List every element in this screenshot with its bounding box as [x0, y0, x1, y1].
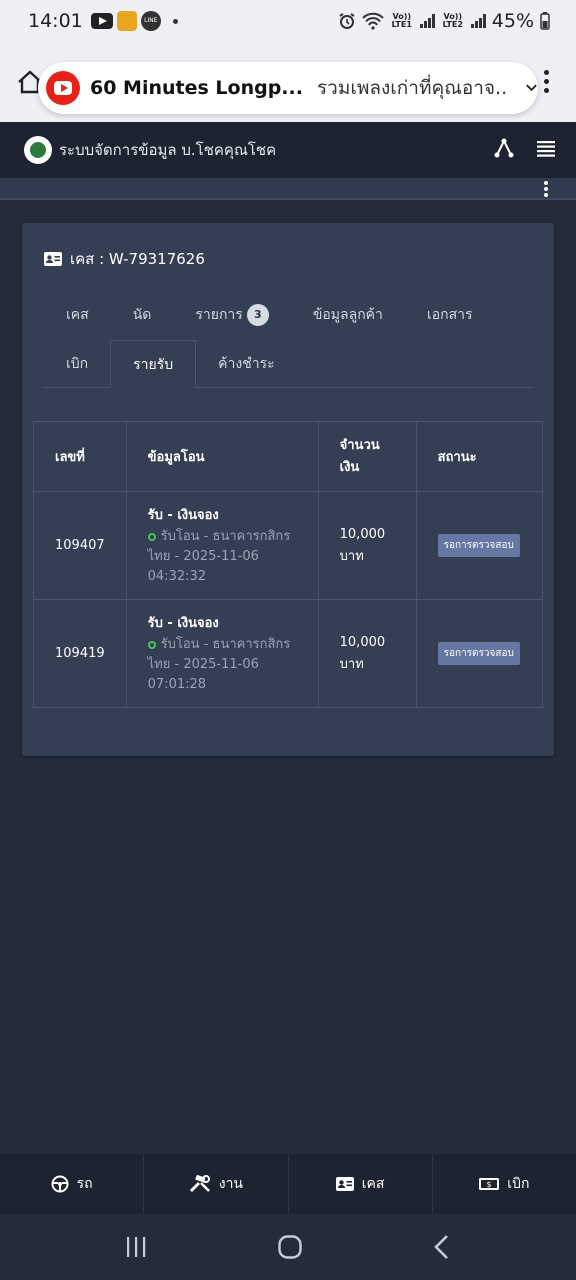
- tabs-row-2: เบิก รายรับ ค้างชำระ: [44, 340, 297, 388]
- browser-toolbar: 60 Minutes Longp... รวมเพลงเก่าที่คุณอาจ…: [0, 42, 576, 122]
- income-table: เลขที่ ข้อมูลโอน จำนวนเงิน สถานะ 109407 …: [33, 421, 544, 708]
- cell-number: 109419: [33, 599, 127, 708]
- tab-label: ข้อมูลลูกค้า: [312, 307, 383, 323]
- status-dot-icon: [147, 640, 156, 649]
- more-notifications-dot: [172, 18, 178, 24]
- transfer-detail-text: รับโอน - ธนาคารกสิกรไทย - 2025-11-06 04:…: [147, 529, 291, 584]
- tab-items[interactable]: รายการ 3: [173, 291, 290, 339]
- tab-customer-info[interactable]: ข้อมูลลูกค้า: [291, 291, 405, 339]
- wifi-icon: [362, 12, 384, 30]
- status-bar: 14:01 LINE Vo)) LTE1 Vo)) LTE2 45%: [0, 0, 576, 42]
- svg-text:$: $: [487, 1180, 492, 1189]
- hamburger-menu-icon[interactable]: [536, 138, 556, 158]
- bottom-navigation: รถ งาน เคส $ เบิก: [0, 1154, 576, 1214]
- tab-label: เคส: [66, 307, 89, 323]
- tab-label: เอกสาร: [426, 307, 473, 323]
- line-notification-icon: LINE: [140, 11, 161, 31]
- transfer-detail: รับโอน - ธนาคารกสิกรไทย - 2025-11-06 04:…: [147, 527, 297, 587]
- alarm-icon: [339, 13, 355, 29]
- case-card: เคส : W-79317626 เคส นัด รายการ 3 ข้อมูลล…: [22, 223, 554, 756]
- nav-item-case[interactable]: เคส: [289, 1154, 433, 1214]
- android-navigation-bar: [0, 1214, 576, 1280]
- clock: 14:01: [28, 10, 83, 32]
- column-header-transfer: ข้อมูลโอน: [125, 421, 319, 492]
- tab-appointment[interactable]: นัด: [111, 291, 174, 339]
- table-row[interactable]: 109407 รับ - เงินจอง รับโอน - ธนาคารกสิก…: [33, 491, 544, 600]
- tab-label: ค้างชำระ: [218, 356, 275, 372]
- battery-level: 45%: [491, 10, 534, 32]
- sub-toolbar: [0, 178, 576, 200]
- network-1-label: Vo)) LTE1: [391, 12, 412, 29]
- youtube-logo-icon: [46, 71, 80, 105]
- nav-item-work[interactable]: งาน: [144, 1154, 289, 1214]
- home-button-icon[interactable]: [277, 1234, 303, 1260]
- money-icon: $: [479, 1178, 500, 1190]
- tab-label: เบิก: [66, 356, 89, 372]
- table-header-row: เลขที่ ข้อมูลโอน จำนวนเงิน สถานะ: [33, 421, 544, 492]
- table-row[interactable]: 109419 รับ - เงินจอง รับโอน - ธนาคารกสิก…: [33, 599, 544, 708]
- id-card-icon: [44, 252, 62, 266]
- nav-item-withdraw[interactable]: $ เบิก: [433, 1154, 576, 1214]
- tab-case[interactable]: เคส: [44, 291, 111, 339]
- transfer-detail-text: รับโอน - ธนาคารกสิกรไทย - 2025-11-06 07:…: [147, 637, 291, 692]
- recent-apps-icon[interactable]: [124, 1235, 148, 1259]
- cell-transfer: รับ - เงินจอง รับโอน - ธนาคารกสิกรไทย - …: [125, 599, 319, 708]
- tab-outstanding[interactable]: ค้างชำระ: [196, 340, 296, 388]
- transfer-title: รับ - เงินจอง: [147, 616, 219, 631]
- tools-icon: [189, 1175, 210, 1193]
- battery-icon: [540, 12, 550, 30]
- column-header-status: สถานะ: [415, 421, 544, 492]
- case-title: เคส : W-79317626: [70, 250, 205, 268]
- cell-amount: 10,000 บาท: [317, 599, 417, 708]
- chevron-down-icon[interactable]: [525, 81, 538, 95]
- tab-documents[interactable]: เอกสาร: [405, 291, 495, 339]
- id-card-icon: [335, 1177, 354, 1191]
- media-title: 60 Minutes Longp...: [90, 77, 303, 99]
- nav-item-car[interactable]: รถ: [0, 1154, 145, 1214]
- app-title: ระบบจัดการข้อมูล บ.โชคคุณโชค: [59, 141, 277, 159]
- cell-number: 109407: [33, 491, 127, 600]
- transfer-title: รับ - เงินจอง: [147, 508, 219, 523]
- nav-label: เบิก: [507, 1176, 530, 1192]
- cell-status: รอการตรวจสอบ: [415, 491, 544, 600]
- app-notification-icon: [116, 11, 137, 31]
- network-2-label: Vo)) LTE2: [442, 12, 463, 29]
- steering-wheel-icon: [51, 1175, 69, 1193]
- nav-label: รถ: [76, 1176, 93, 1192]
- cell-transfer: รับ - เงินจอง รับโอน - ธนาคารกสิกรไทย - …: [125, 491, 319, 600]
- youtube-notification-icon: [90, 13, 113, 29]
- sitemap-icon[interactable]: [494, 138, 514, 158]
- browser-menu-icon[interactable]: [544, 70, 550, 97]
- column-header-number: เลขที่: [33, 421, 127, 492]
- status-dot-icon: [147, 532, 156, 541]
- tab-label: นัด: [132, 307, 152, 323]
- more-options-icon[interactable]: [544, 181, 548, 199]
- count-badge: 3: [246, 304, 269, 326]
- tab-income[interactable]: รายรับ: [110, 340, 197, 388]
- media-subtitle: รวมเพลงเก่าที่คุณอาจ...: [316, 77, 509, 99]
- app-header: ระบบจัดการข้อมูล บ.โชคคุณโชค: [0, 122, 576, 178]
- cell-amount: 10,000 บาท: [317, 491, 417, 600]
- status-badge: รอการตรวจสอบ: [437, 534, 520, 557]
- nav-label: งาน: [218, 1176, 244, 1192]
- column-header-amount: จำนวนเงิน: [317, 421, 417, 492]
- signal-1-icon: [419, 14, 435, 28]
- cell-status: รอการตรวจสอบ: [415, 599, 544, 708]
- signal-2-icon: [470, 14, 486, 28]
- transfer-detail: รับโอน - ธนาคารกสิกรไทย - 2025-11-06 07:…: [147, 635, 297, 695]
- tab-label: รายรับ: [133, 357, 174, 373]
- status-badge: รอการตรวจสอบ: [437, 642, 520, 665]
- media-notification-pill[interactable]: 60 Minutes Longp... รวมเพลงเก่าที่คุณอาจ…: [38, 62, 538, 114]
- back-icon[interactable]: [432, 1234, 452, 1260]
- case-heading: เคส : W-79317626: [44, 247, 205, 271]
- nav-label: เคส: [361, 1176, 385, 1192]
- tab-label: รายการ: [195, 307, 243, 323]
- tab-withdraw[interactable]: เบิก: [44, 340, 110, 388]
- company-logo: [24, 136, 52, 164]
- tabs-row-1: เคส นัด รายการ 3 ข้อมูลลูกค้า เอกสาร: [44, 291, 495, 339]
